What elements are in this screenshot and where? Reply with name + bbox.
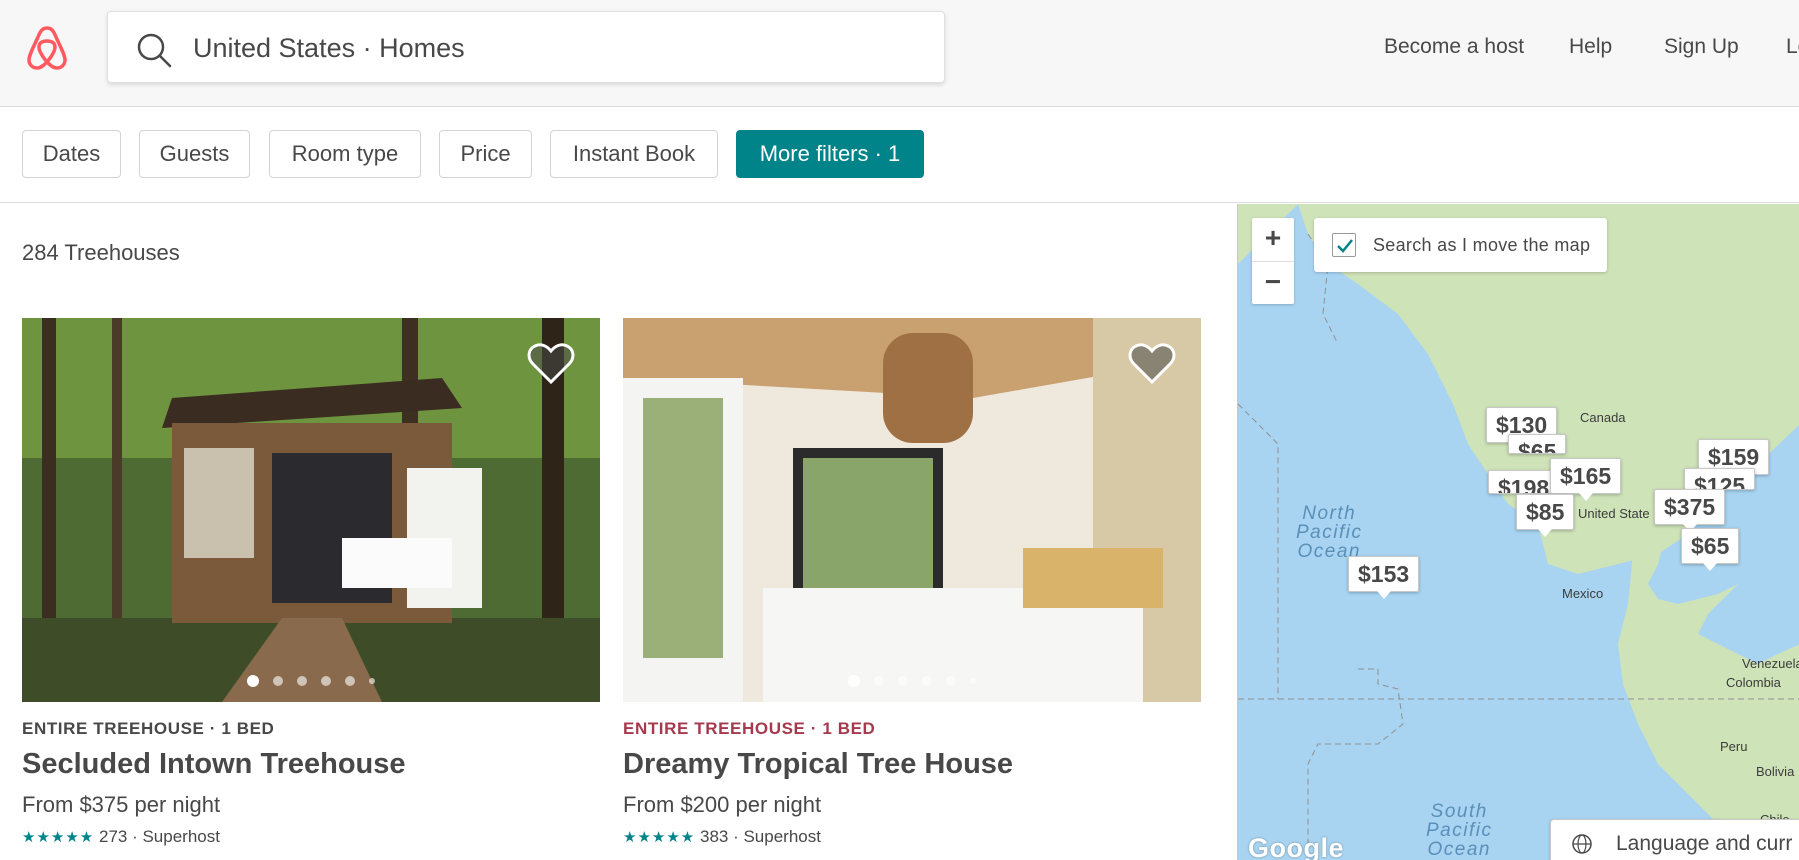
- globe-icon: [1572, 834, 1592, 854]
- listing-reviews: ★★★★★ 273 · Superhost: [22, 826, 600, 849]
- price-pin[interactable]: $165: [1550, 458, 1622, 501]
- rating-stars-icon: ★★★★★: [22, 829, 95, 846]
- carousel-dot[interactable]: [874, 675, 884, 686]
- review-count: 273 · Superhost: [98, 827, 220, 846]
- carousel-dot[interactable]: [273, 675, 283, 686]
- rating-stars-icon: ★★★★★: [623, 829, 696, 846]
- filter-price-button[interactable]: Price: [439, 130, 532, 178]
- carousel-dot[interactable]: [922, 675, 932, 686]
- carousel-dot[interactable]: [369, 677, 375, 684]
- airbnb-logo-icon[interactable]: [22, 22, 72, 72]
- treehouse-photo-image: [22, 318, 600, 702]
- price-pin[interactable]: $153: [1348, 556, 1420, 599]
- zoom-in-button[interactable]: +: [1252, 218, 1294, 261]
- listing-card[interactable]: ENTIRE TREEHOUSE · 1 BED Secluded Intown…: [22, 318, 600, 849]
- review-count: 383 · Superhost: [699, 827, 821, 846]
- price-pin[interactable]: $85: [1516, 494, 1575, 537]
- filter-dates-button[interactable]: Dates: [22, 130, 121, 178]
- map-label-north-pacific: North Pacific Ocean: [1296, 503, 1363, 562]
- carousel-dot[interactable]: [848, 674, 860, 687]
- more-filters-button[interactable]: More filters · 1: [736, 130, 924, 178]
- carousel-dot[interactable]: [297, 675, 307, 686]
- photo-carousel-dots[interactable]: [623, 672, 1201, 690]
- map-zoom-control: + −: [1252, 218, 1294, 304]
- map-label-colombia: Colombia: [1726, 675, 1781, 690]
- carousel-dot[interactable]: [345, 675, 355, 686]
- search-input[interactable]: United States · Homes: [193, 30, 465, 66]
- listing-reviews: ★★★★★ 383 · Superhost: [623, 826, 1201, 849]
- search-bar[interactable]: United States · Homes: [107, 11, 945, 83]
- results-map[interactable]: + − Search as I move the map Canada Unit…: [1237, 204, 1799, 860]
- save-heart-icon[interactable]: [1127, 340, 1177, 386]
- map-label-venezuela: Venezuela: [1742, 656, 1799, 671]
- listing-kicker: ENTIRE TREEHOUSE · 1 BED: [22, 719, 275, 738]
- map-label-mexico: Mexico: [1562, 586, 1604, 601]
- filter-guests-button[interactable]: Guests: [139, 130, 250, 178]
- save-heart-icon[interactable]: [526, 340, 576, 386]
- map-label-united-states: United State: [1578, 506, 1650, 521]
- listing-card[interactable]: ENTIRE TREEHOUSE · 1 BED Dreamy Tropical…: [623, 318, 1201, 849]
- map-label-canada: Canada: [1580, 410, 1626, 425]
- price-pin[interactable]: $65: [1681, 528, 1740, 571]
- listing-price: From $200 per night: [623, 792, 822, 817]
- carousel-dot[interactable]: [898, 675, 908, 686]
- results-count: 284 Treehouses: [22, 240, 180, 265]
- google-attribution-logo: Google: [1248, 833, 1344, 860]
- listing-photo[interactable]: [22, 318, 600, 702]
- price-pin[interactable]: $375: [1654, 489, 1726, 532]
- language-currency-label: Language and curr: [1616, 832, 1793, 855]
- listing-kicker: ENTIRE TREEHOUSE · 1 BED: [623, 719, 876, 738]
- nav-sign-up[interactable]: Sign Up: [1664, 30, 1739, 64]
- top-header: United States · Homes Become a host Help…: [0, 0, 1799, 107]
- search-as-move-label: Search as I move the map: [1373, 235, 1591, 255]
- filter-room-type-button[interactable]: Room type: [269, 130, 421, 178]
- photo-carousel-dots[interactable]: [22, 672, 600, 690]
- price-pin[interactable]: $125: [1684, 468, 1756, 490]
- carousel-dot[interactable]: [321, 675, 331, 686]
- listing-title[interactable]: Secluded Intown Treehouse: [22, 746, 600, 782]
- nav-help[interactable]: Help: [1569, 30, 1612, 64]
- listing-photo[interactable]: [623, 318, 1201, 702]
- search-icon: [137, 33, 172, 68]
- nav-log-in[interactable]: Lo: [1786, 30, 1799, 64]
- nav-become-host[interactable]: Become a host: [1384, 30, 1524, 64]
- listing-price: From $375 per night: [22, 792, 221, 817]
- carousel-dot[interactable]: [946, 675, 956, 686]
- filter-bar: Dates Guests Room type Price Instant Boo…: [0, 108, 1799, 203]
- map-label-south-pacific: South Pacific Ocean: [1426, 801, 1493, 860]
- search-as-move-checkbox[interactable]: [1332, 233, 1356, 257]
- filter-instant-book-button[interactable]: Instant Book: [550, 130, 718, 178]
- language-currency-button[interactable]: Language and curr: [1550, 819, 1799, 860]
- carousel-dot[interactable]: [247, 674, 259, 687]
- bedroom-photo-image: [623, 318, 1201, 702]
- checkmark-icon: [1337, 239, 1353, 253]
- zoom-out-button[interactable]: −: [1252, 261, 1294, 304]
- map-label-peru: Peru: [1720, 739, 1748, 754]
- carousel-dot[interactable]: [970, 677, 976, 684]
- listing-title[interactable]: Dreamy Tropical Tree House: [623, 746, 1201, 782]
- price-pin[interactable]: $198: [1488, 470, 1560, 494]
- map-label-bolivia: Bolivia: [1756, 764, 1795, 779]
- search-as-move-toggle[interactable]: Search as I move the map: [1314, 218, 1607, 272]
- price-pin[interactable]: $65: [1508, 434, 1567, 454]
